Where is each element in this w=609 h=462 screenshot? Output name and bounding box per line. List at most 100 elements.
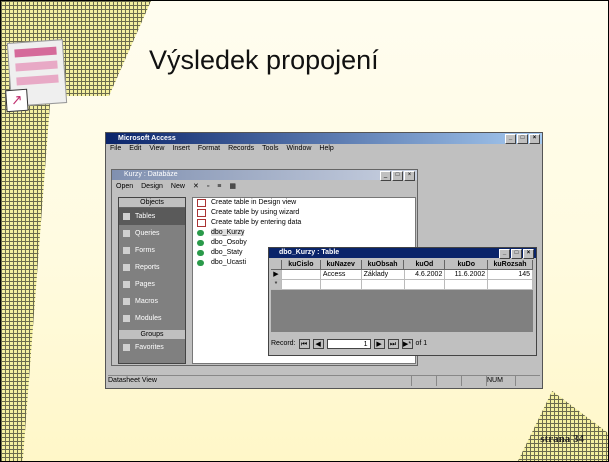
close-icon[interactable]: × [523,249,534,259]
column-header[interactable]: kuObsah [361,260,405,270]
table-cell[interactable]: 4.6.2002 [404,270,446,280]
select-all-cell[interactable] [271,260,282,270]
linked-table-icon [197,240,204,246]
column-header[interactable]: kuOd [404,260,446,270]
group-favorites[interactable]: Favorites [119,339,185,356]
table-cell[interactable]: 11.6.2002 [445,270,489,280]
datasheet-header: kuCislo kuNazev kuObsah kuOd kuDo kuRozs… [271,260,533,270]
menu-bar: File Edit View Insert Format Records Too… [106,144,542,154]
wizard-icon [197,209,206,217]
large-icons-icon[interactable]: ▫ [207,180,209,194]
wizard-icon [197,219,206,227]
table-titlebar: dbo_Kurzy : Table _ □ × [269,248,536,259]
open-button[interactable]: Open [116,180,133,194]
menu-help[interactable]: Help [319,144,333,154]
slide: ↗ Výsledek propojení Microsoft Access _ … [0,0,609,462]
db-title: Kurzy : Databáze [124,171,178,178]
menu-format[interactable]: Format [198,144,220,154]
app-title: Microsoft Access [118,135,176,142]
menu-edit[interactable]: Edit [129,144,141,154]
first-record-icon[interactable]: ⏮ [298,339,310,349]
access-logo-icon: ↗ [5,39,68,113]
form-icon [123,247,130,254]
datasheet-grid: kuCislo kuNazev kuObsah kuOd kuDo kuRozs… [271,260,534,332]
table-cell[interactable] [281,270,321,280]
slide-title: Výsledek propojení [149,45,379,75]
maximize-icon[interactable]: □ [517,134,528,144]
details-icon[interactable]: ▦ [229,180,236,194]
delete-icon[interactable]: ✕ [193,180,199,194]
last-record-icon[interactable]: ⏭ [387,339,399,349]
minimize-icon[interactable]: _ [380,171,391,181]
menu-tools[interactable]: Tools [262,144,278,154]
record-total: of 1 [415,340,428,347]
page-icon [123,281,130,288]
db-titlebar: Kurzy : Databáze _ □ × [112,170,417,181]
access-window: Microsoft Access _ □ × File Edit View In… [105,132,543,389]
list-item[interactable]: Create table in Design view [193,198,415,208]
close-icon[interactable]: × [529,134,540,144]
minimize-icon[interactable]: _ [499,249,510,259]
folder-icon [123,344,130,351]
report-icon [123,264,130,271]
minimize-icon[interactable]: _ [505,134,516,144]
db-toolbar: Open Design New ✕ ▫ ≡ ▦ [112,180,417,194]
maximize-icon[interactable]: □ [392,171,403,181]
menu-window[interactable]: Window [287,144,312,154]
status-bar: Datasheet View NUM [108,375,540,386]
table-cell[interactable]: Základy [361,270,405,280]
column-header[interactable]: kuNazev [320,260,362,270]
design-button[interactable]: Design [141,180,163,194]
list-item[interactable]: Create table by using wizard [193,208,415,218]
next-record-icon[interactable]: ▶ [373,339,385,349]
table-cell[interactable]: 145 [488,270,534,280]
linked-table-icon [197,230,204,236]
record-label: Record: [271,340,296,347]
object-pages[interactable]: Pages [119,276,185,293]
query-icon [123,230,130,237]
new-record-row[interactable]: * [271,280,534,290]
decor-grid-corner [518,391,608,461]
app-titlebar: Microsoft Access _ □ × [106,133,542,144]
table-cell[interactable]: Access [320,270,362,280]
close-icon[interactable]: × [404,171,415,181]
menu-insert[interactable]: Insert [172,144,190,154]
menu-view[interactable]: View [149,144,164,154]
current-record-icon[interactable]: ▶ [271,270,282,280]
new-record-icon[interactable]: * [271,280,282,290]
object-modules[interactable]: Modules [119,310,185,327]
maximize-icon[interactable]: □ [511,249,522,259]
objects-bar: Objects Tables Queries Forms Reports Pag… [118,197,186,364]
new-record-button-icon[interactable]: ▶* [401,339,413,349]
column-header[interactable]: kuCislo [281,260,321,270]
menu-file[interactable]: File [110,144,121,154]
table-icon [123,213,130,220]
list-icon[interactable]: ≡ [217,180,221,194]
objects-header[interactable]: Objects [119,198,185,208]
module-icon [123,315,130,322]
list-item[interactable]: dbo_Kurzy [193,228,415,238]
table-window: dbo_Kurzy : Table _ □ × kuCislo kuNazev … [268,247,537,356]
menu-records[interactable]: Records [228,144,254,154]
column-header[interactable]: kuRozsah [488,260,533,270]
record-number-field[interactable]: 1 [326,339,371,349]
new-button[interactable]: New [171,180,185,194]
list-item[interactable]: Create table by entering data [193,218,415,228]
column-header[interactable]: kuDo [445,260,489,270]
object-tables[interactable]: Tables [119,208,185,225]
record-navigator: Record: ⏮ ◀ 1 ▶ ⏭ ▶* of 1 [271,339,427,349]
object-forms[interactable]: Forms [119,242,185,259]
table-row[interactable]: ▶ Access Základy 4.6.2002 11.6.2002 145 [271,270,534,280]
table-title: dbo_Kurzy : Table [279,249,340,256]
object-macros[interactable]: Macros [119,293,185,310]
status-text: Datasheet View [108,377,157,384]
previous-record-icon[interactable]: ◀ [312,339,324,349]
linked-table-icon [197,250,204,256]
wizard-icon [197,199,206,207]
num-lock-indicator: NUM [486,376,515,386]
object-reports[interactable]: Reports [119,259,185,276]
linked-table-icon [197,260,204,266]
page-number: strana 34 [540,433,584,445]
groups-header[interactable]: Groups [119,330,185,339]
object-queries[interactable]: Queries [119,225,185,242]
